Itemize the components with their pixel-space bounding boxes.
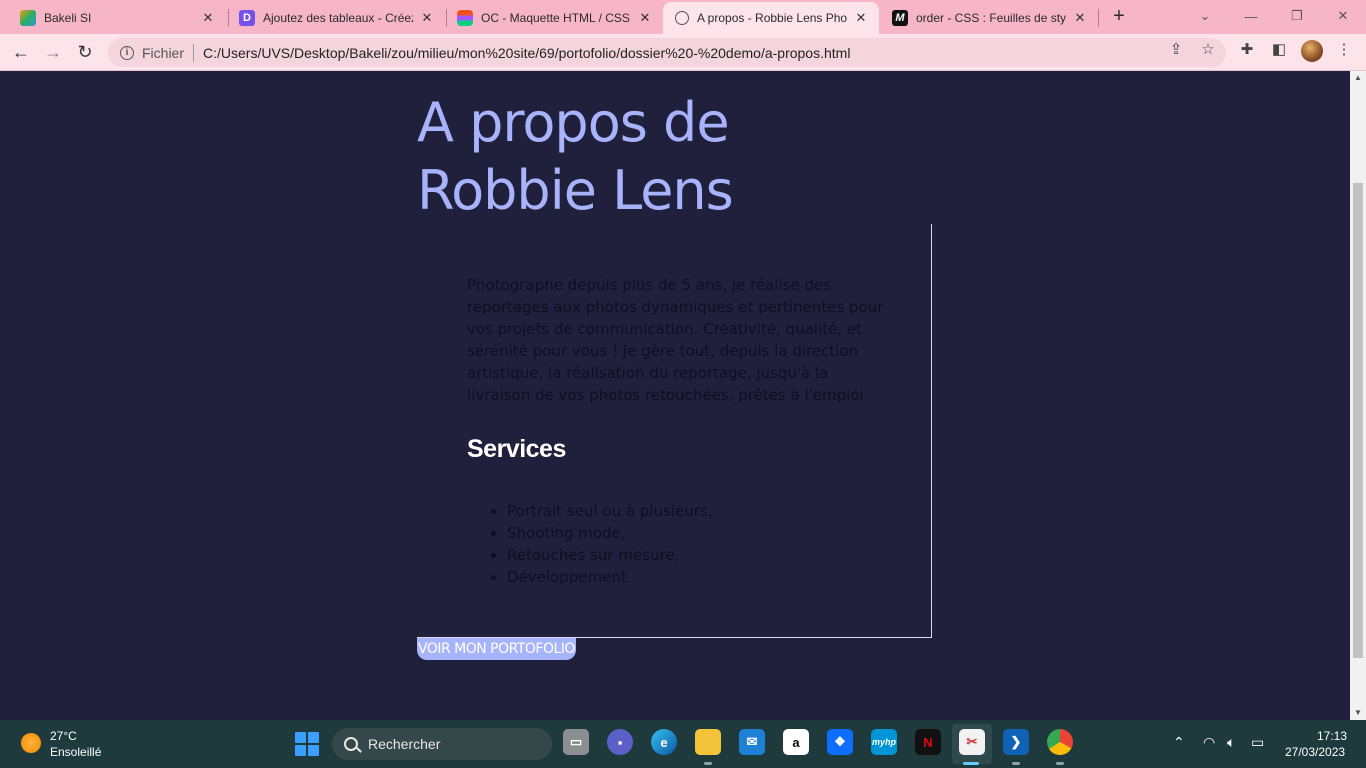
chrome-icon[interactable] (1047, 729, 1073, 755)
address-scheme: Fichier (142, 44, 185, 61)
running-indicator (963, 762, 979, 765)
mail-icon[interactable]: ✉ (739, 729, 765, 755)
myhp-icon[interactable]: myhp (871, 729, 897, 755)
star-icon[interactable]: ☆ (1199, 41, 1217, 59)
close-icon[interactable]: ✕ (853, 10, 869, 26)
close-icon[interactable]: ✕ (200, 10, 216, 26)
tab-figma[interactable]: OC - Maquette HTML / CSS c ✕ (445, 2, 663, 34)
file-manager-icon[interactable]: ▭ (563, 729, 589, 755)
close-icon[interactable]: ✕ (1072, 10, 1088, 26)
tab-bakeli[interactable]: Bakeli SI ✕ (8, 2, 226, 34)
address-url[interactable]: C:/Users/UVS/Desktop/Bakeli/zou/milieu/m… (203, 45, 850, 61)
services-list: Portrait seul ou à plusieurs, Shooting m… (507, 500, 712, 588)
menu-icon[interactable]: ⋮ (1335, 41, 1353, 59)
taskbar-search[interactable]: Rechercher (332, 728, 552, 760)
clock-time[interactable]: 17:13 (1317, 729, 1347, 743)
windows-start-icon[interactable] (295, 732, 319, 756)
extensions-icon[interactable]: ✚ (1238, 41, 1256, 59)
avatar[interactable] (1301, 40, 1323, 62)
browser-toolbar: ← → ↻ i Fichier C:/Users/UVS/Desktop/Bak… (0, 34, 1366, 71)
running-indicator (704, 762, 712, 765)
tab-strip: Bakeli SI ✕ D Ajoutez des tableaux - Cré… (0, 0, 1366, 34)
weather-description[interactable]: Ensoleillé (50, 745, 101, 759)
tab-title: order - CSS : Feuilles de style (916, 11, 1066, 25)
minimize-button[interactable]: — (1228, 0, 1274, 32)
scrollbar-thumb[interactable] (1353, 183, 1363, 658)
sun-icon[interactable] (21, 733, 41, 753)
openclassrooms-icon: D (239, 10, 255, 26)
new-tab-button[interactable]: + (1108, 5, 1130, 27)
tab-title: OC - Maquette HTML / CSS c (481, 11, 631, 25)
close-icon[interactable]: ✕ (419, 10, 435, 26)
running-indicator (1056, 762, 1064, 765)
netflix-icon[interactable]: N (915, 729, 941, 755)
reload-icon: ↻ (77, 41, 93, 62)
globe-icon (675, 11, 689, 25)
tab-title: Ajoutez des tableaux - Créez (263, 11, 413, 25)
page-viewport: A propos de Robbie Lens Photographe depu… (0, 71, 1350, 720)
wifi-icon[interactable]: ◠ (1203, 734, 1215, 751)
running-indicator (1012, 762, 1020, 765)
forward-button[interactable]: → (40, 39, 66, 65)
amazon-icon[interactable]: a (783, 729, 809, 755)
tab-a-propos[interactable]: A propos - Robbie Lens Phot ✕ (663, 2, 879, 34)
file-explorer-icon[interactable] (695, 729, 721, 755)
list-item: Portrait seul ou à plusieurs, (507, 500, 712, 522)
address-bar[interactable]: i Fichier C:/Users/UVS/Desktop/Bakeli/zo… (108, 38, 1226, 67)
teams-icon[interactable]: ▪ (607, 729, 633, 755)
arrow-right-icon: → (44, 41, 62, 62)
tab-title: Bakeli SI (44, 11, 92, 25)
taskbar: 27°C Ensoleillé Rechercher ▭ ▪ e ✉ a ❖ m… (0, 720, 1366, 768)
minimize-icon: — (1244, 8, 1258, 24)
snipping-tool-icon[interactable]: ✂ (959, 729, 985, 755)
chevron-up-icon[interactable]: ⌃ (1173, 734, 1185, 751)
edge-icon[interactable]: e (651, 729, 677, 755)
close-icon[interactable]: ✕ (637, 10, 653, 26)
scroll-down-icon[interactable]: ▼ (1350, 706, 1366, 720)
tab-mdn[interactable]: M order - CSS : Feuilles de style ✕ (880, 2, 1098, 34)
about-section: Photographe depuis plus de 5 ans, je réa… (417, 224, 932, 638)
side-panel-icon[interactable]: ◧ (1270, 41, 1288, 59)
restore-button[interactable]: ❐ (1274, 0, 1320, 32)
close-icon: ✕ (1337, 8, 1349, 23)
clock-date[interactable]: 27/03/2023 (1285, 745, 1345, 759)
bakeli-icon (20, 10, 36, 26)
close-window-button[interactable]: ✕ (1320, 0, 1366, 32)
tab-separator (1098, 9, 1099, 27)
dropbox-icon[interactable]: ❖ (827, 729, 853, 755)
vscode-icon[interactable]: ❯ (1003, 729, 1029, 755)
chevron-down-icon: ⌄ (1199, 8, 1211, 23)
mdn-icon: M (892, 10, 908, 26)
tab-title: A propos - Robbie Lens Phot (697, 11, 847, 25)
search-icon (344, 737, 358, 751)
address-divider (193, 43, 195, 62)
bio-paragraph: Photographe depuis plus de 5 ans, je réa… (467, 276, 884, 404)
page-title-line1: A propos de (417, 91, 730, 154)
portfolio-button[interactable]: VOIR MON PORTOFOLIO (417, 638, 576, 660)
list-item: Développement (507, 566, 712, 588)
reload-button[interactable]: ↻ (72, 39, 98, 65)
page-title: A propos de Robbie Lens (417, 89, 917, 225)
battery-icon[interactable]: ▭ (1251, 734, 1264, 751)
list-item: Shooting mode, (507, 522, 712, 544)
page-scrollbar[interactable]: ▲ ▼ (1350, 71, 1366, 720)
info-icon[interactable]: i (120, 45, 134, 60)
restore-icon: ❐ (1291, 8, 1303, 23)
tab-openclassrooms[interactable]: D Ajoutez des tableaux - Créez ✕ (227, 2, 445, 34)
figma-icon (457, 10, 473, 26)
arrow-left-icon: ← (12, 41, 30, 62)
share-icon[interactable]: ⇪ (1167, 41, 1185, 59)
list-item: Retouches sur mesure, (507, 544, 712, 566)
page-title-line2: Robbie Lens (417, 159, 734, 222)
back-button[interactable]: ← (8, 39, 34, 65)
volume-icon[interactable]: 🔈︎ (1227, 734, 1235, 751)
weather-temperature[interactable]: 27°C (50, 729, 77, 743)
services-heading: Services (467, 435, 566, 463)
tab-search-button[interactable]: ⌄ (1182, 0, 1228, 32)
scroll-up-icon[interactable]: ▲ (1350, 71, 1366, 85)
search-placeholder: Rechercher (368, 736, 441, 752)
